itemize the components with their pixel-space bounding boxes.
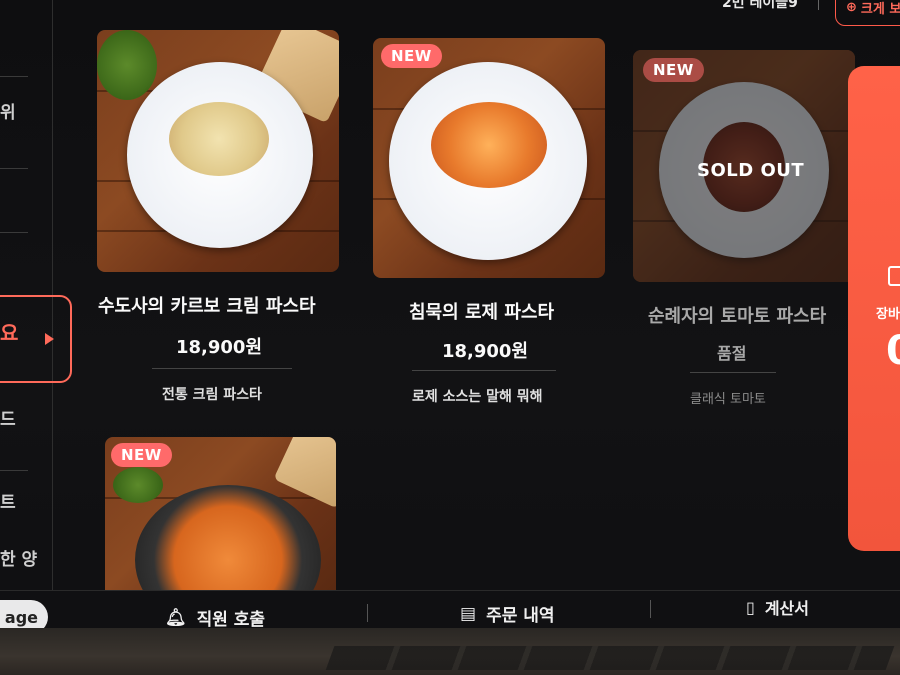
menu-image-rose: NEW	[373, 38, 605, 278]
menu-image-mussel: NEW	[105, 437, 336, 590]
herb-garnish	[97, 30, 157, 100]
sidebar-item-3[interactable]: 드	[0, 405, 52, 430]
bottom-divider	[367, 604, 368, 622]
clipboard-icon: ▯	[746, 597, 755, 617]
cart-label: 장바	[876, 307, 900, 322]
cart-panel[interactable]: 장바 0	[848, 66, 900, 551]
new-badge: NEW	[381, 44, 442, 68]
magnify-plus-icon: ⊕	[846, 0, 857, 15]
bill-label: 계산서	[764, 599, 809, 618]
sidebar-item-active-label: 요	[0, 321, 19, 345]
menu-price: 품절	[717, 344, 747, 363]
menu-price: 18,900원	[176, 337, 263, 358]
sidebar-item-1[interactable]: 위	[0, 98, 52, 123]
pasta	[431, 102, 547, 188]
call-staff-button[interactable]: 🔔︎ 직원 호출	[165, 605, 266, 631]
order-history-label: 주문 내역	[486, 606, 555, 626]
menu-description: 로제 소스는 말해 뭐해	[412, 389, 543, 405]
kiosk-screen: 2번 테이블9 ⊕ 크게 보 위 드 트 한 양 요 수도사의 카르보 크림 파…	[0, 0, 900, 640]
table-number: 2번 테이블9	[722, 0, 798, 11]
bill-button[interactable]: ▯ 계산서	[746, 595, 809, 619]
sidebar-item-5[interactable]: 한 양	[0, 545, 52, 570]
keyboard-edge	[325, 646, 895, 670]
cart-count: 0	[886, 328, 900, 374]
card-divider	[152, 368, 292, 369]
sidebar-item-4[interactable]: 트	[0, 488, 52, 513]
menu-price: 18,900원	[442, 341, 529, 362]
sidebar-divider	[0, 76, 28, 77]
bell-icon: 🔔︎	[165, 607, 187, 628]
herb-garnish	[113, 467, 163, 503]
bottom-divider	[650, 600, 651, 618]
menu-description: 클래식 토마토	[690, 392, 766, 407]
sidebar-divider	[0, 232, 28, 233]
menu-image-carbonara	[97, 30, 339, 272]
sidebar-item-active[interactable]: 요	[0, 295, 72, 383]
zoom-button[interactable]: ⊕ 크게 보	[835, 0, 900, 26]
order-history-button[interactable]: ▤ 주문 내역	[460, 601, 555, 627]
menu-name: 침묵의 로제 파스타	[409, 302, 555, 323]
new-badge: NEW	[643, 58, 704, 82]
receipt-icon: ▤	[460, 603, 477, 624]
menu-name: 수도사의 카르보 크림 파스타	[98, 296, 316, 317]
pasta	[169, 102, 269, 176]
sidebar-divider	[0, 470, 28, 471]
call-staff-label: 직원 호출	[196, 610, 266, 630]
card-divider	[412, 370, 556, 371]
card-divider	[690, 372, 776, 373]
sidebar-divider	[0, 168, 28, 169]
menu-image-tomato: NEW SOLD OUT	[633, 50, 855, 282]
new-badge: NEW	[111, 443, 172, 467]
language-label: age	[4, 607, 38, 627]
topbar-divider	[818, 0, 819, 10]
arrow-right-icon	[45, 333, 54, 345]
menu-name: 순례자의 토마토 파스타	[648, 306, 827, 327]
menu-description: 전통 크림 파스타	[162, 387, 262, 403]
sold-out-label: SOLD OUT	[697, 160, 805, 181]
zoom-label: 크게 보	[860, 1, 900, 17]
basket-icon	[888, 266, 900, 286]
mussel-pot	[135, 485, 321, 590]
